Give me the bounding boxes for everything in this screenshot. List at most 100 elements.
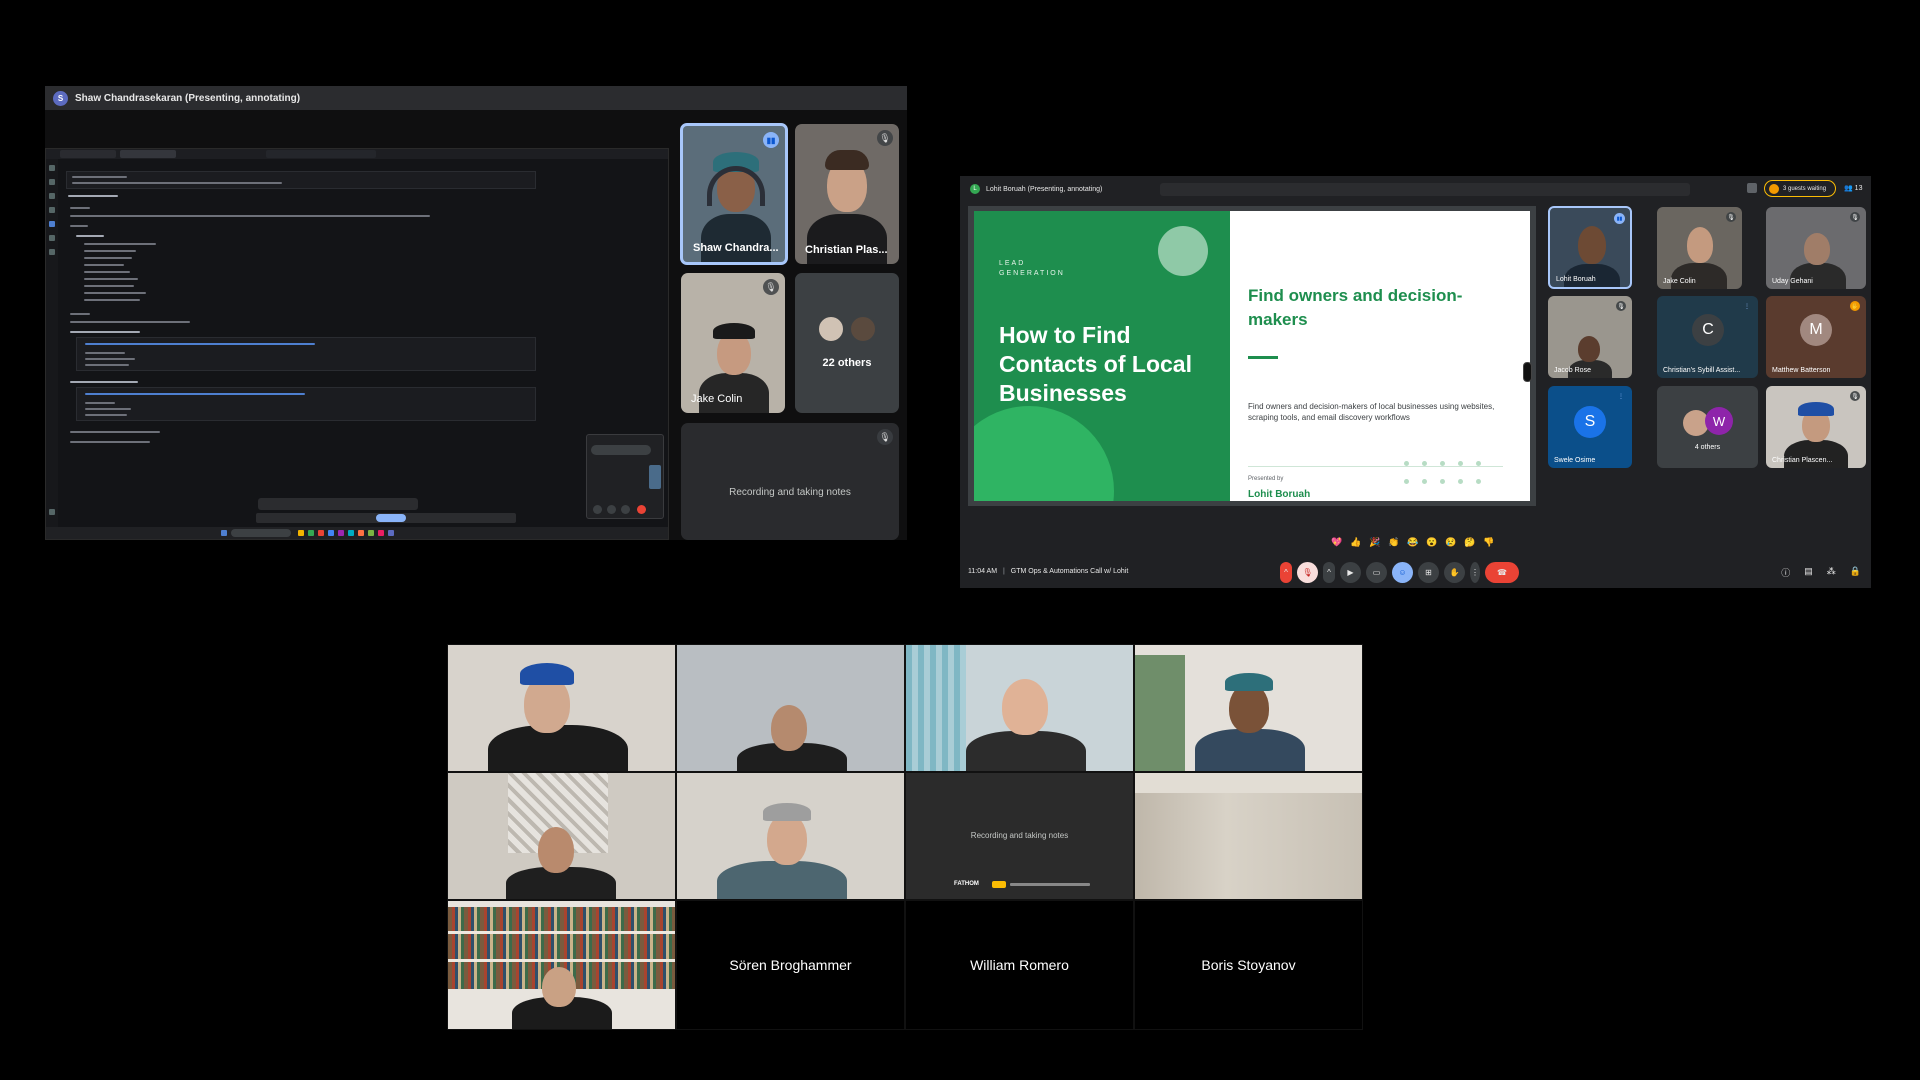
participant-tile[interactable]: 🎙 Jake Colin bbox=[1657, 207, 1742, 289]
reaction-button[interactable]: 👍 bbox=[1349, 535, 1363, 549]
app-icon[interactable] bbox=[358, 530, 364, 536]
notes-tile[interactable]: 🎙 Recording and taking notes bbox=[681, 423, 899, 540]
participant-tile[interactable]: 🎙 Jacob Rose bbox=[1548, 296, 1632, 378]
others-tile[interactable]: W 4 others bbox=[1657, 386, 1758, 468]
app-icon[interactable] bbox=[308, 530, 314, 536]
run-icon[interactable] bbox=[49, 207, 55, 213]
participant-tile[interactable] bbox=[1134, 772, 1363, 900]
present-button[interactable]: ⊞ bbox=[1418, 562, 1439, 583]
reaction-button[interactable]: 👏 bbox=[1387, 535, 1401, 549]
chrome-icon[interactable] bbox=[318, 530, 324, 536]
app-icon[interactable] bbox=[328, 530, 334, 536]
code-line bbox=[70, 207, 90, 209]
mic-options-icon[interactable]: ^ bbox=[1280, 562, 1292, 583]
mini-more-button[interactable] bbox=[621, 505, 630, 514]
participant-tile[interactable]: Boris Stoyanov bbox=[1134, 900, 1363, 1030]
ide-search[interactable] bbox=[266, 150, 376, 158]
participant-tile[interactable]: M ✋ Matthew Batterson bbox=[1766, 296, 1866, 378]
stop-sharing-button[interactable] bbox=[376, 514, 406, 522]
raise-hand-button[interactable]: ✋ bbox=[1444, 562, 1465, 583]
captions-button[interactable]: ▭ bbox=[1366, 562, 1387, 583]
app-icon[interactable] bbox=[388, 530, 394, 536]
participant-tile[interactable] bbox=[447, 644, 676, 772]
app-icon[interactable] bbox=[378, 530, 384, 536]
participant-video bbox=[520, 663, 574, 685]
avatar bbox=[849, 315, 877, 343]
source-control-icon[interactable] bbox=[49, 193, 55, 199]
others-tile[interactable]: 22 others bbox=[795, 273, 899, 413]
mic-off-icon: 🎙 bbox=[763, 279, 779, 295]
side-panel-handle[interactable] bbox=[1523, 362, 1532, 382]
code-line bbox=[84, 243, 156, 245]
activities-icon[interactable]: ⁂ bbox=[1827, 566, 1836, 579]
reaction-button[interactable]: 😮 bbox=[1425, 535, 1439, 549]
host-controls-icon[interactable]: 🔒 bbox=[1850, 566, 1861, 579]
mini-mic-button[interactable] bbox=[593, 505, 602, 514]
meeting-window-1: S Shaw Chandrasekaran (Presenting, annot… bbox=[45, 86, 907, 540]
participant-tile[interactable]: William Romero bbox=[905, 900, 1134, 1030]
ide-tab[interactable] bbox=[60, 150, 116, 158]
others-count: 22 others bbox=[822, 357, 872, 369]
participant-tile[interactable] bbox=[447, 900, 676, 1030]
slide-title: How to Find Contacts of Local Businesses bbox=[999, 322, 1192, 406]
search-icon[interactable] bbox=[49, 179, 55, 185]
participant-tile[interactable] bbox=[905, 644, 1134, 772]
guests-waiting-button[interactable]: 3 guests waiting bbox=[1764, 180, 1836, 197]
notes-tile[interactable]: Recording and taking notes FATHOM bbox=[905, 772, 1134, 900]
camera-options-icon[interactable]: ^ bbox=[1323, 562, 1335, 583]
extensions-icon[interactable] bbox=[49, 221, 55, 227]
camera-button[interactable]: ▶ bbox=[1340, 562, 1361, 583]
leave-call-button[interactable]: ☎ bbox=[1485, 562, 1519, 583]
participant-tile[interactable]: ▮▮ Lohit Boruah bbox=[1548, 206, 1632, 289]
fathom-logo: FATHOM bbox=[954, 881, 979, 887]
app-icon[interactable] bbox=[348, 530, 354, 536]
mic-off-button[interactable]: 🎙 bbox=[1297, 562, 1318, 583]
app-icon[interactable] bbox=[338, 530, 344, 536]
participant-tile[interactable]: ▮▮ Shaw Chandra... bbox=[680, 123, 788, 265]
start-icon[interactable] bbox=[221, 530, 227, 536]
more-options-icon[interactable]: ⋮ bbox=[1470, 562, 1480, 583]
participant-tile[interactable]: S ⋮ Swele Osime bbox=[1548, 386, 1632, 468]
chat-input[interactable] bbox=[258, 498, 418, 510]
files-icon[interactable] bbox=[298, 530, 304, 536]
explorer-icon[interactable] bbox=[49, 165, 55, 171]
speaking-indicator-icon: ▮▮ bbox=[1614, 213, 1625, 224]
emoji-button[interactable]: ☺ bbox=[1392, 562, 1413, 583]
info-icon[interactable]: ⓘ bbox=[1781, 566, 1790, 579]
participant-tile[interactable]: 🎙 Christian Plas... bbox=[795, 124, 899, 264]
ide-tab[interactable] bbox=[120, 150, 176, 158]
reaction-button[interactable]: 💖 bbox=[1330, 535, 1344, 549]
reaction-button[interactable]: 😂 bbox=[1406, 535, 1420, 549]
mic-off-icon: 🎙 bbox=[1616, 301, 1626, 311]
participants-count[interactable]: 👥 13 bbox=[1844, 184, 1862, 192]
decorative-circle bbox=[974, 406, 1114, 501]
annotation-toolbar[interactable] bbox=[1160, 183, 1690, 196]
shared-screen bbox=[45, 148, 669, 540]
participant-tile[interactable] bbox=[676, 644, 905, 772]
participant-tile[interactable]: 🎙 Uday Gehani bbox=[1766, 207, 1866, 289]
mini-camera-button[interactable] bbox=[607, 505, 616, 514]
account-icon[interactable] bbox=[49, 509, 55, 515]
chat-icon[interactable]: ▤ bbox=[1804, 566, 1813, 579]
mini-hangup-button[interactable] bbox=[637, 505, 646, 514]
participant-tile[interactable] bbox=[447, 772, 676, 900]
taskbar-search[interactable] bbox=[231, 529, 291, 537]
code-line bbox=[72, 176, 127, 178]
participant-tile[interactable]: 🎙 Jake Colin bbox=[681, 273, 785, 413]
participant-tile[interactable] bbox=[676, 772, 905, 900]
participant-tile[interactable]: C ⋮ Christian's Sybill Assist... bbox=[1657, 296, 1758, 378]
avatar bbox=[817, 315, 845, 343]
reaction-button[interactable]: 🎉 bbox=[1368, 535, 1382, 549]
code-line bbox=[76, 235, 104, 237]
mic-off-icon: 🎙 bbox=[1850, 212, 1860, 222]
reaction-button[interactable]: 😢 bbox=[1444, 535, 1458, 549]
participant-tile[interactable]: Sören Broghammer bbox=[676, 900, 905, 1030]
participant-tile[interactable]: 🎙 Christian Plascen... bbox=[1766, 386, 1866, 468]
reaction-button[interactable]: 🤔 bbox=[1463, 535, 1477, 549]
app-icon[interactable] bbox=[368, 530, 374, 536]
settings-icon[interactable] bbox=[49, 249, 55, 255]
pin-icon[interactable] bbox=[1747, 183, 1757, 193]
chat-icon[interactable] bbox=[49, 235, 55, 241]
reaction-button[interactable]: 👎 bbox=[1482, 535, 1496, 549]
participant-tile[interactable] bbox=[1134, 644, 1363, 772]
